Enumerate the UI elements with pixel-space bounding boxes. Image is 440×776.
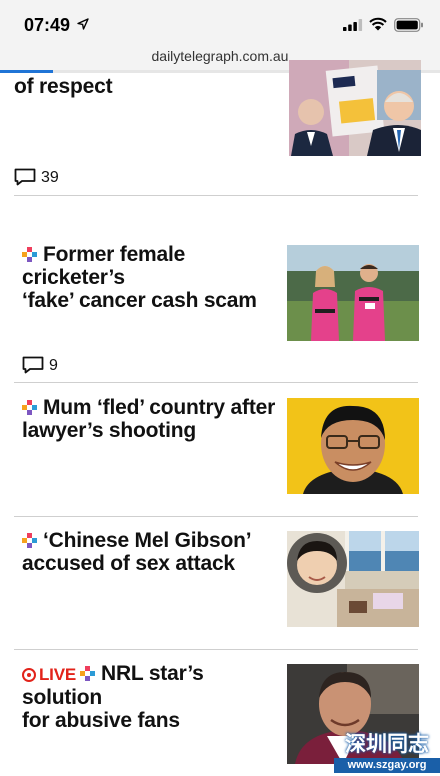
headline-line[interactable]: lawyer’s shooting <box>22 419 196 442</box>
watermark-text: 深圳同志 <box>345 733 429 756</box>
smiling-man-image <box>287 398 419 494</box>
article-thumbnail[interactable] <box>289 60 421 156</box>
article-headline[interactable]: ‘Chinese Mel Gibson’ accused of sex atta… <box>22 529 284 575</box>
article-headline[interactable]: of respect <box>14 75 276 98</box>
comment-bubble-icon <box>14 168 36 186</box>
watermark-url: www.szgay.org <box>334 758 440 773</box>
cellular-signal-icon <box>343 19 363 31</box>
plus-subscriber-icon <box>80 666 95 681</box>
article-thumbnail[interactable] <box>287 398 419 494</box>
article-thumbnail[interactable] <box>287 245 419 341</box>
live-dot-icon <box>22 668 36 682</box>
plus-subscriber-icon <box>22 400 37 415</box>
article-divider <box>14 649 418 650</box>
plus-subscriber-icon <box>22 533 37 548</box>
article-divider <box>14 382 418 383</box>
plus-subscriber-icon <box>22 247 37 262</box>
live-label: LIVE <box>39 665 76 684</box>
comment-count[interactable]: 9 <box>22 356 58 375</box>
mansion-image <box>287 531 419 627</box>
status-time: 07:49 <box>24 15 71 35</box>
headline-line[interactable]: Former female cricketer’s <box>22 243 185 289</box>
article-divider <box>14 516 418 517</box>
cricketers-image <box>287 245 419 341</box>
headline-line[interactable]: ‘Chinese Mel Gibson’ <box>43 529 252 552</box>
sports-montage-image <box>289 60 421 156</box>
battery-icon <box>394 18 423 32</box>
headline-line[interactable]: ‘fake’ cancer cash scam <box>22 289 257 312</box>
headline-line[interactable]: accused of sex attack <box>22 552 235 575</box>
comment-count-value: 9 <box>49 357 58 374</box>
status-bar: 07:49 <box>0 0 440 46</box>
page-load-progress <box>0 70 53 73</box>
live-badge: LIVE <box>22 663 76 686</box>
comment-count-value: 39 <box>41 169 59 186</box>
headline-line[interactable]: of respect <box>14 75 113 98</box>
article-divider <box>14 195 418 196</box>
site-watermark: 深圳同志 www.szgay.org <box>334 732 440 776</box>
wifi-icon <box>369 17 387 31</box>
comment-bubble-icon <box>22 356 44 374</box>
article-headline[interactable]: LIVE NRL star’s solution for abusive fans <box>22 662 284 732</box>
article-thumbnail[interactable] <box>287 531 419 627</box>
location-arrow-icon <box>77 18 89 30</box>
comment-count[interactable]: 39 <box>14 168 59 187</box>
article-headline[interactable]: Mum ‘fled’ country after lawyer’s shooti… <box>22 396 284 442</box>
headline-line[interactable]: Mum ‘fled’ country after <box>43 396 275 419</box>
article-headline[interactable]: Former female cricketer’s ‘fake’ cancer … <box>22 243 284 312</box>
headline-line[interactable]: for abusive fans <box>22 709 180 732</box>
